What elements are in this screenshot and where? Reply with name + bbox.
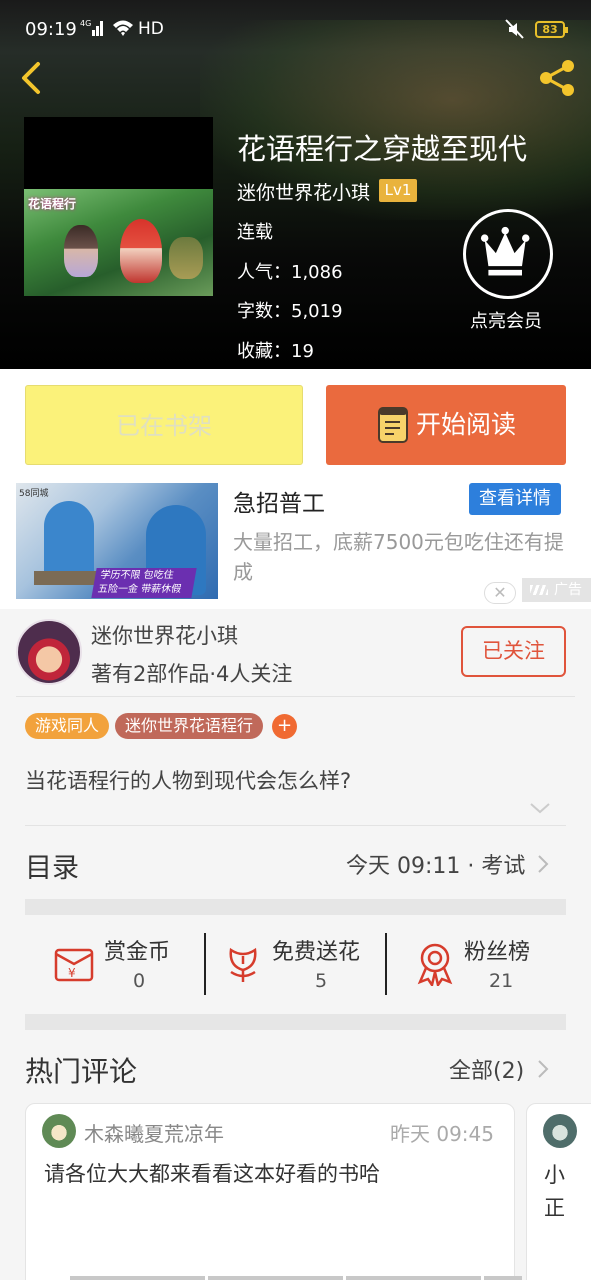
ad-close-button[interactable]: ✕ <box>484 582 516 604</box>
tag-series[interactable]: 迷你世界花语程行 <box>115 713 264 739</box>
red-envelope-icon: ¥ <box>54 948 94 982</box>
latest-chapter[interactable]: 今天 09:11 · 考试 <box>346 848 525 880</box>
crown-icon <box>480 226 530 276</box>
author-level-badge: Lv1 <box>379 179 417 202</box>
hd-indicator: HD <box>138 19 164 39</box>
comment-text: 请各位大大都来看看这本好看的书哈 <box>44 1162 380 1186</box>
cover-character <box>169 237 203 279</box>
stat-separator <box>385 933 387 995</box>
start-reading-button[interactable]: 开始阅读 <box>326 385 566 465</box>
ad-image-text: 五险一金 带薪休假 <box>96 584 183 595</box>
stat-value: 21 <box>489 970 514 992</box>
book-cover[interactable]: 花语程行 <box>24 117 213 296</box>
followed-button[interactable]: 已关注 <box>461 626 566 677</box>
section-divider <box>25 899 566 915</box>
book-header: 09:19 4G HD 83 花语程行 花语程行之穿越至现代 迷你世界花小琪 L… <box>0 0 591 369</box>
ad-title[interactable]: 急招普工 <box>233 484 325 518</box>
comment-card[interactable]: 木森曦夏荒凉年 昨天 09:45 请各位大大都来看看这本好看的书哈 <box>25 1103 515 1280</box>
book-status: 连载 <box>237 222 273 243</box>
tag-game-fanfic[interactable]: 游戏同人 <box>25 713 110 739</box>
cover-character <box>120 219 162 283</box>
stat-label: 赏金币 <box>104 940 171 965</box>
comment-text: 正 <box>544 1196 565 1220</box>
book-popularity: 人气：1,086 <box>237 262 343 283</box>
start-reading-label: 开始阅读 <box>416 410 517 439</box>
book-icon <box>378 407 408 443</box>
back-arrow-icon[interactable] <box>16 58 48 98</box>
divider <box>16 696 575 697</box>
share-icon[interactable] <box>536 56 580 100</box>
cell-signal-icon: 4G <box>80 19 103 36</box>
svg-text:¥: ¥ <box>68 966 76 980</box>
book-author[interactable]: 迷你世界花小琪 <box>237 178 370 205</box>
book-word-count: 字数：5,019 <box>237 301 343 322</box>
author-name[interactable]: 迷你世界花小琪 <box>91 620 238 650</box>
commenter-avatar[interactable] <box>543 1114 577 1148</box>
section-divider <box>25 1014 566 1030</box>
battery-icon: 83 <box>535 21 568 38</box>
catalog-title[interactable]: 目录 <box>25 846 79 885</box>
in-shelf-button[interactable]: 已在书架 <box>25 385 303 465</box>
author-row[interactable]: 迷你世界花小琪 著有2部作品·4人关注 已关注 <box>0 609 591 697</box>
ad-worker-figure <box>44 501 94 581</box>
free-flowers[interactable]: 免费送花 5 <box>223 930 373 1000</box>
divider <box>25 825 566 826</box>
book-favorites: 收藏：19 <box>237 341 314 362</box>
book-detail-screen: 09:19 4G HD 83 花语程行 花语程行之穿越至现代 迷你世界花小琪 L… <box>0 0 591 1280</box>
chevron-right-icon[interactable] <box>537 1059 549 1079</box>
stat-separator <box>204 933 206 995</box>
ad-image-text: 学历不限 包吃住 <box>99 570 175 581</box>
ad-details-button[interactable]: 查看详情 <box>469 483 561 515</box>
author-avatar[interactable] <box>16 619 82 685</box>
cover-illustration: 花语程行 <box>24 189 213 296</box>
stat-value: 5 <box>315 970 328 992</box>
reward-coins[interactable]: ¥ 赏金币 0 <box>52 930 202 1000</box>
commenter-avatar[interactable] <box>42 1114 76 1148</box>
ad-image-banner: 学历不限 包吃住 五险一金 带薪休假 <box>91 568 197 598</box>
add-tag-button[interactable]: + <box>272 714 297 739</box>
stat-label: 免费送花 <box>272 940 361 965</box>
commenter-name[interactable]: 木森曦夏荒凉年 <box>84 1118 224 1147</box>
chevron-right-icon[interactable] <box>537 854 549 874</box>
cover-logo-text: 花语程行 <box>28 197 77 211</box>
stat-value: 0 <box>133 970 146 992</box>
ad-image-corner-text: 58同城 <box>19 489 49 499</box>
chevron-down-icon[interactable] <box>529 801 551 815</box>
flower-icon <box>229 947 257 982</box>
vip-label[interactable]: 点亮会员 <box>470 307 542 333</box>
cover-character <box>64 225 98 277</box>
hot-comments-title: 热门评论 <box>25 1055 138 1088</box>
mute-icon <box>505 19 524 39</box>
ad-banner[interactable]: 58同城 学历不限 包吃住 五险一金 带薪休假 急招普工 查看详情 大量招工，底… <box>0 481 591 609</box>
book-title: 花语程行之穿越至现代 <box>237 132 528 166</box>
bottom-toolbar-edge <box>70 1276 522 1280</box>
status-time: 09:19 <box>25 19 77 40</box>
author-info: 著有2部作品·4人关注 <box>91 662 293 686</box>
stat-label: 粉丝榜 <box>464 940 531 965</box>
comment-text: 小 <box>544 1163 565 1187</box>
fan-ranking[interactable]: 粉丝榜 21 <box>416 930 566 1000</box>
network-type-label: 4G <box>80 19 91 28</box>
ad-label: 广告 <box>522 578 591 602</box>
vip-crown-button[interactable] <box>463 209 553 299</box>
book-summary: 当花语程行的人物到现代会怎么样? <box>25 769 352 793</box>
wifi-icon <box>113 20 133 36</box>
medal-icon <box>417 943 453 986</box>
status-bar: 09:19 4G HD 83 <box>0 0 591 58</box>
comment-time: 昨天 09:45 <box>390 1122 494 1146</box>
all-comments-link[interactable]: 全部(2) <box>449 1053 524 1085</box>
comment-card[interactable]: 小 正 <box>526 1103 591 1280</box>
ad-image[interactable]: 58同城 学历不限 包吃住 五险一金 带薪休假 <box>16 483 218 599</box>
